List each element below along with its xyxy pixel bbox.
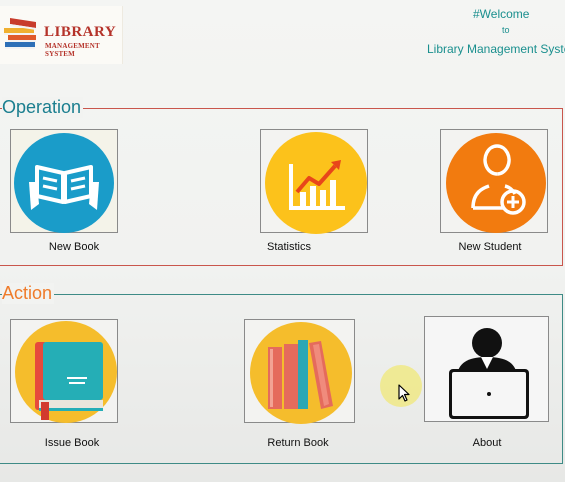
issue-book-label: Issue Book <box>44 437 100 449</box>
user-laptop-icon <box>449 328 529 419</box>
logo-subtitle: MANAGEMENT SYSTEM <box>45 42 100 58</box>
about-button[interactable] <box>424 316 549 422</box>
logo-title: LIBRARY <box>44 24 117 40</box>
action-title: Action <box>2 283 55 304</box>
new-book-button[interactable] <box>10 129 118 233</box>
books-icon <box>250 322 352 424</box>
statistics-label: Statistics <box>266 241 312 253</box>
new-student-label: New Student <box>458 241 522 253</box>
new-book-label: New Book <box>48 241 100 253</box>
welcome-heading: #Welcome <box>473 7 530 21</box>
operation-title: Operation <box>2 97 84 118</box>
new-student-button[interactable] <box>440 129 548 233</box>
chart-icon <box>265 132 367 234</box>
welcome-app-name: Library Management System <box>427 42 565 56</box>
book-icon <box>15 321 117 423</box>
statistics-button[interactable] <box>260 129 368 234</box>
return-book-button[interactable] <box>244 319 355 424</box>
open-book-icon <box>14 133 114 233</box>
about-label: About <box>472 437 502 449</box>
add-user-icon <box>446 133 546 233</box>
welcome-to: to <box>502 25 510 35</box>
mouse-cursor-icon <box>398 384 410 402</box>
app-logo: LIBRARY MANAGEMENT SYSTEM <box>0 6 123 64</box>
return-book-label: Return Book <box>267 437 329 449</box>
books-stack-icon <box>4 18 36 49</box>
issue-book-button[interactable] <box>10 319 118 423</box>
